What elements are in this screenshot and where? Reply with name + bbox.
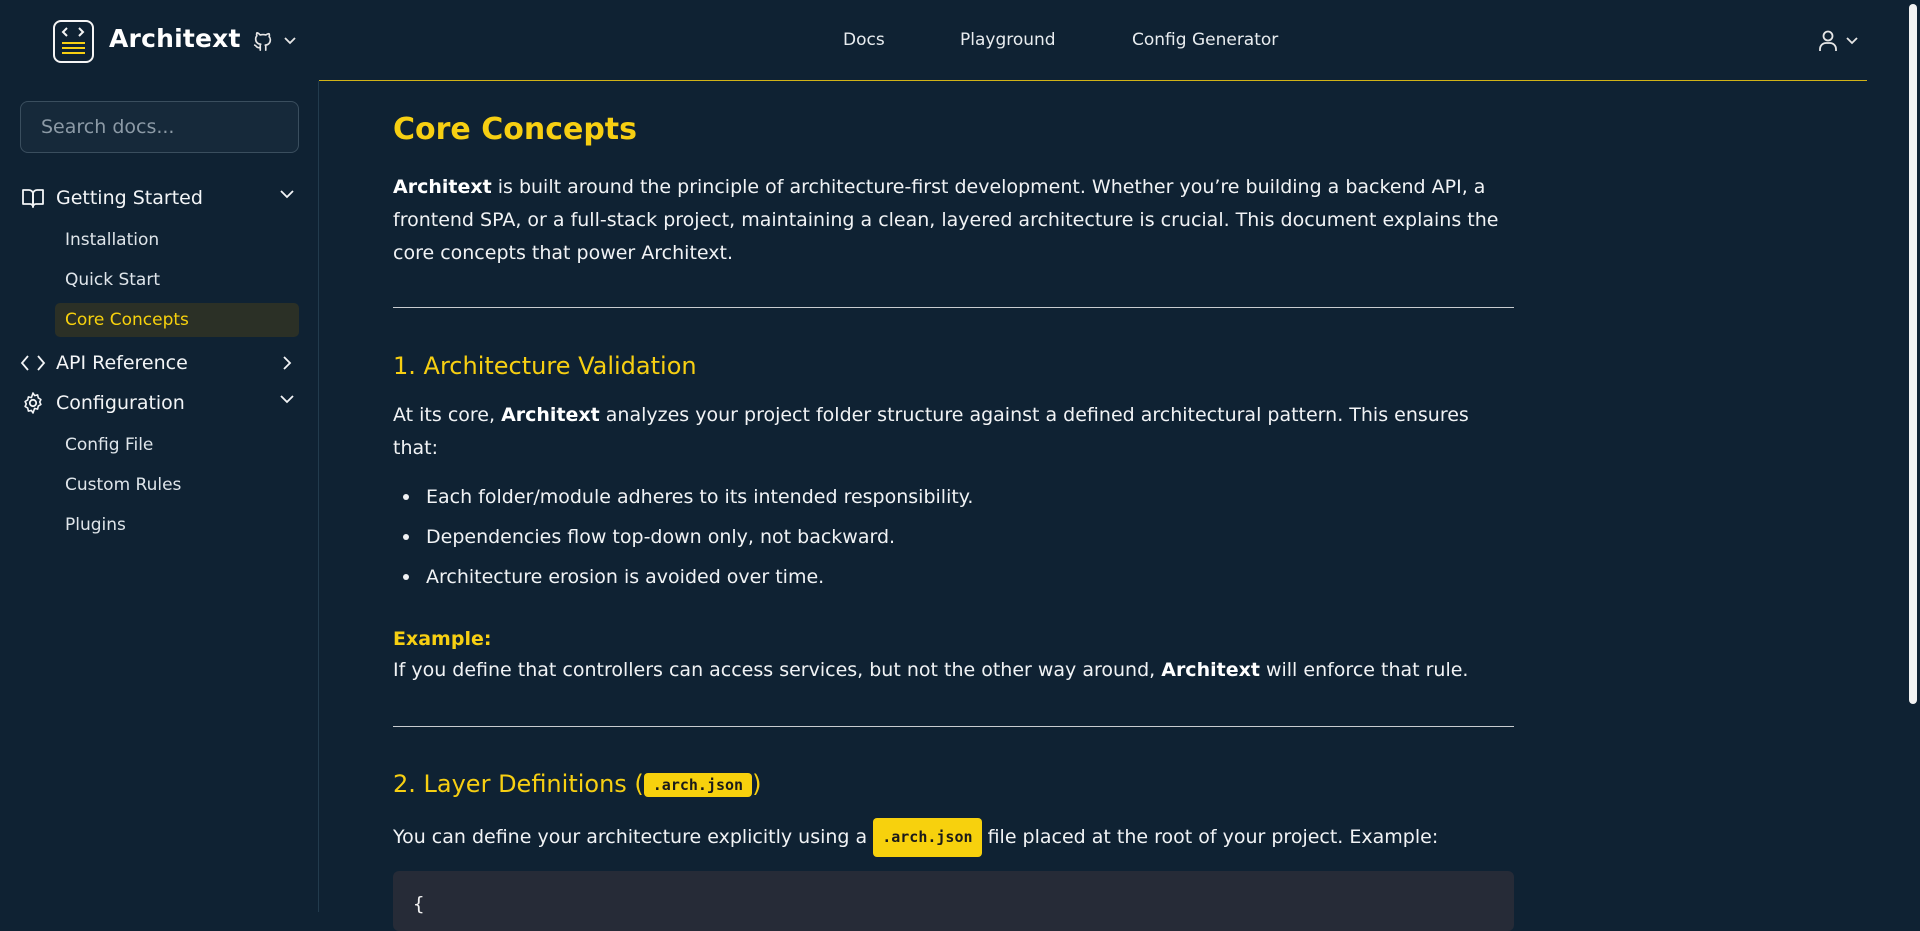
intro-line2: frontend SPA, or a full-stack project, m… bbox=[393, 209, 1499, 231]
chevron-down-icon bbox=[280, 395, 294, 404]
example-text-end: will enforce that rule. bbox=[1259, 659, 1469, 681]
logo-icon[interactable] bbox=[53, 20, 94, 63]
section2-text-start: You can define your architecture explici… bbox=[393, 826, 874, 848]
sidebar-group-api-reference[interactable]: API Reference bbox=[20, 347, 300, 379]
section-heading-layer-definitions: 2. Layer Definitions (.arch.json) bbox=[393, 770, 762, 798]
sidebar-divider bbox=[318, 81, 319, 912]
intro-bold: Architext bbox=[393, 176, 492, 198]
github-menu[interactable] bbox=[252, 28, 302, 54]
sidebar-group-label: API Reference bbox=[56, 352, 188, 374]
intro-line1: is built around the principle of archite… bbox=[491, 176, 1486, 198]
user-menu[interactable] bbox=[1818, 28, 1868, 54]
search-placeholder: Search docs... bbox=[41, 116, 175, 138]
nav-config-generator[interactable]: Config Generator bbox=[1132, 30, 1278, 50]
list-item: Architecture erosion is avoided over tim… bbox=[403, 566, 824, 588]
section1-text-start: At its core, bbox=[393, 404, 502, 426]
sidebar-item-config-file[interactable]: Config File bbox=[55, 428, 299, 462]
code-block: { bbox=[393, 871, 1514, 931]
nav-docs[interactable]: Docs bbox=[843, 30, 885, 50]
code-icon bbox=[20, 350, 46, 376]
intro-line3: core concepts that power Architext. bbox=[393, 242, 733, 264]
chevron-down-icon bbox=[280, 190, 294, 199]
section1-text-end: analyzes your project folder structure a… bbox=[599, 404, 1469, 426]
sidebar-item-plugins[interactable]: Plugins bbox=[55, 508, 299, 542]
brand-name[interactable]: Architext bbox=[109, 24, 241, 53]
inline-code: .arch.json bbox=[873, 818, 982, 857]
example-bold: Architext bbox=[1161, 659, 1260, 681]
header-divider bbox=[319, 80, 1867, 81]
scrollbar-thumb[interactable] bbox=[1909, 4, 1917, 704]
inline-code: .arch.json bbox=[643, 773, 753, 797]
chevron-down-icon bbox=[1846, 37, 1858, 45]
sidebar-group-label: Getting Started bbox=[56, 187, 203, 209]
intro-paragraph: Architext is built around the principle … bbox=[393, 171, 1515, 270]
top-header: Architext Docs Playground Config Generat… bbox=[0, 0, 1888, 80]
book-open-icon bbox=[20, 185, 46, 211]
example-label: Example: bbox=[393, 628, 492, 650]
section2-paragraph: You can define your architecture explici… bbox=[393, 818, 1515, 857]
list-item: Dependencies flow top-down only, not bac… bbox=[403, 526, 895, 548]
user-icon bbox=[1819, 30, 1837, 51]
sidebar-item-installation[interactable]: Installation bbox=[55, 223, 299, 257]
gear-icon bbox=[20, 390, 46, 416]
chevron-right-icon bbox=[283, 356, 292, 370]
sidebar-item-custom-rules[interactable]: Custom Rules bbox=[55, 468, 299, 502]
example-text-start: If you define that controllers can acces… bbox=[393, 659, 1162, 681]
section1-paragraph: At its core, Architext analyzes your pro… bbox=[393, 399, 1515, 465]
nav-playground[interactable]: Playground bbox=[960, 30, 1056, 50]
page-title: Core Concepts bbox=[393, 112, 637, 147]
sidebar-item-core-concepts[interactable]: Core Concepts bbox=[55, 303, 299, 337]
sidebar-group-label: Configuration bbox=[56, 392, 185, 414]
section-divider bbox=[393, 307, 1514, 308]
section2-text-end: file placed at the root of your project.… bbox=[981, 826, 1439, 848]
section1-line2: that: bbox=[393, 437, 438, 459]
section-heading-architecture-validation: 1. Architecture Validation bbox=[393, 352, 697, 380]
sidebar-group-getting-started[interactable]: Getting Started bbox=[20, 182, 300, 214]
sidebar-item-quick-start[interactable]: Quick Start bbox=[55, 263, 299, 297]
github-icon bbox=[253, 32, 272, 51]
sidebar-group-configuration[interactable]: Configuration bbox=[20, 387, 300, 419]
chevron-down-icon bbox=[284, 37, 296, 45]
example-paragraph: If you define that controllers can acces… bbox=[393, 654, 1515, 687]
list-item: Each folder/module adheres to its intend… bbox=[403, 486, 973, 508]
section-divider bbox=[393, 726, 1514, 727]
search-input[interactable]: Search docs... bbox=[20, 101, 299, 153]
section1-bold: Architext bbox=[501, 404, 600, 426]
